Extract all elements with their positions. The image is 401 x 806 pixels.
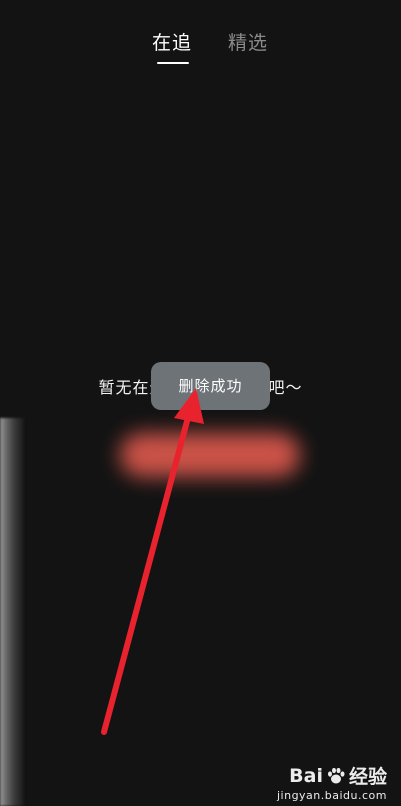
paw-icon bbox=[327, 767, 345, 783]
watermark-url: jingyan.baidu.com bbox=[276, 789, 387, 802]
app-screen: 在追 精选 暂无在追，快去追几部吧～ 删除成功 Bai 经验 jingyan.b… bbox=[0, 0, 401, 806]
tab-bar: 在追 精选 bbox=[0, 24, 401, 68]
tab-featured[interactable]: 精选 bbox=[228, 28, 268, 55]
active-tab-indicator bbox=[157, 62, 189, 64]
left-edge-shadow bbox=[0, 418, 24, 806]
baidu-jingyan-watermark: Bai 经验 jingyan.baidu.com bbox=[276, 762, 387, 803]
watermark-logo-text: Bai bbox=[289, 764, 323, 787]
blurred-action-button[interactable] bbox=[120, 433, 300, 477]
watermark-logo: Bai 经验 bbox=[277, 762, 387, 789]
watermark-logo-suffix: 经验 bbox=[348, 766, 387, 788]
toast-message: 删除成功 bbox=[151, 362, 270, 410]
tab-following[interactable]: 在追 bbox=[152, 28, 192, 55]
